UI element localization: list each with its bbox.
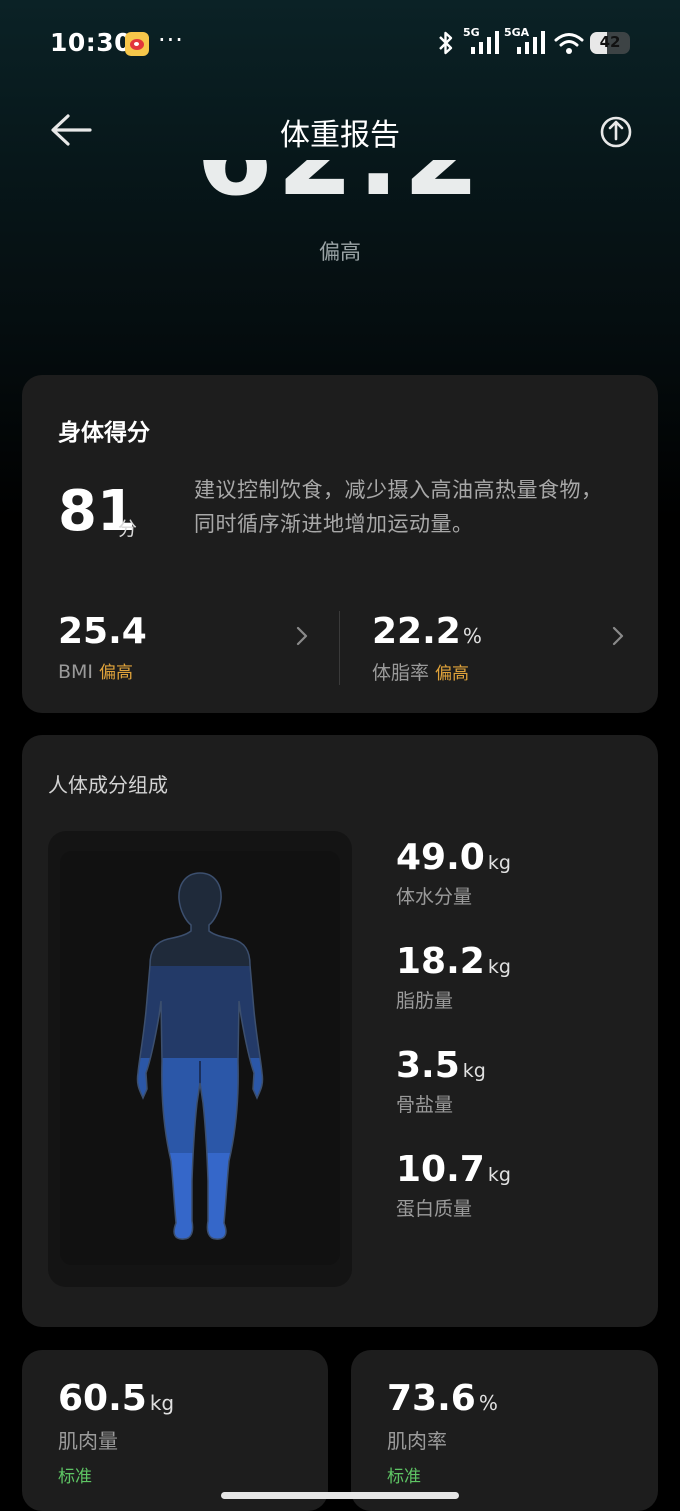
home-indicator[interactable] [221, 1492, 459, 1499]
body-fat-status: 偏高 [435, 664, 470, 684]
battery-level: 42 [599, 33, 621, 51]
chevron-right-icon[interactable] [610, 625, 626, 647]
body-figure-frame [48, 831, 352, 1287]
top-bar: 体重报告 [0, 100, 680, 160]
page-title: 体重报告 [280, 118, 400, 153]
bmi-status: 偏高 [99, 663, 134, 683]
status-bar: 10:30 ··· 5G 5GA 42 [0, 0, 680, 88]
body-fat-label: 体脂率 [372, 662, 430, 684]
body-score-card: 身体得分 81 分 建议控制饮食，减少摄入高油高热量食物，同时循序渐进地增加运动… [22, 375, 658, 713]
composition-item-fat: 18.2 kg 脂肪量 [396, 941, 511, 1012]
weight-value: 62.2 [0, 160, 680, 212]
human-body-figure [136, 872, 264, 1240]
muscle-mass-label: 肌肉量 [58, 1429, 118, 1453]
share-button[interactable] [596, 112, 636, 152]
bmi-value: 25.4 [58, 611, 147, 652]
metric-divider [339, 611, 340, 685]
wifi-icon [554, 33, 584, 54]
status-time: 10:30 [50, 28, 133, 57]
muscle-mass-value: 60.5 [58, 1378, 147, 1419]
body-fat-unit: % [462, 624, 482, 648]
muscle-rate-value: 73.6 [387, 1378, 476, 1419]
composition-item-protein: 10.7 kg 蛋白质量 [396, 1149, 511, 1220]
muscle-rate-status: 标准 [387, 1467, 421, 1487]
weibo-icon [125, 32, 149, 56]
muscle-mass-unit: kg [149, 1391, 175, 1415]
weight-status: 偏高 [319, 240, 361, 264]
composition-item-water: 49.0 kg 体水分量 [396, 837, 511, 908]
bmi-metric[interactable]: 25.4 BMI 偏高 [58, 611, 328, 683]
score-unit: 分 [118, 518, 138, 540]
weight-value-clip: 62.2 [0, 160, 680, 212]
signal-5g-icon [471, 31, 499, 54]
muscle-mass-status: 标准 [58, 1467, 92, 1487]
composition-list: 49.0 kg 体水分量 18.2 kg 脂肪量 3.5 kg 骨盐量 10.7 kg … [396, 837, 511, 1253]
muscle-rate-card[interactable]: 73.6% 肌肉率 标准 [351, 1350, 658, 1511]
battery-icon: 42 [590, 32, 630, 54]
muscle-rate-label: 肌肉率 [387, 1429, 447, 1453]
bmi-label: BMI [58, 661, 94, 683]
bluetooth-icon [439, 31, 453, 55]
chevron-right-icon[interactable] [294, 625, 310, 647]
body-fat-value: 22.2 [372, 611, 461, 652]
body-fat-metric[interactable]: 22.2% 体脂率 偏高 [372, 611, 632, 685]
score-title: 身体得分 [58, 420, 150, 446]
body-composition-card[interactable]: 人体成分组成 49.0 kg 体水分量 18.2 kg 脂肪量 3.5 kg 骨… [22, 735, 658, 1327]
share-icon [600, 116, 632, 148]
score-advice: 建议控制饮食，减少摄入高油高热量食物，同时循序渐进地增加运动量。 [194, 478, 603, 536]
more-icon: ··· [158, 26, 184, 54]
muscle-mass-card[interactable]: 60.5 kg 肌肉量 标准 [22, 1350, 328, 1511]
composition-title: 人体成分组成 [48, 773, 168, 797]
signal-5ga-icon [517, 31, 545, 54]
composition-item-bone: 3.5 kg 骨盐量 [396, 1045, 486, 1116]
muscle-rate-unit: % [478, 1391, 498, 1415]
